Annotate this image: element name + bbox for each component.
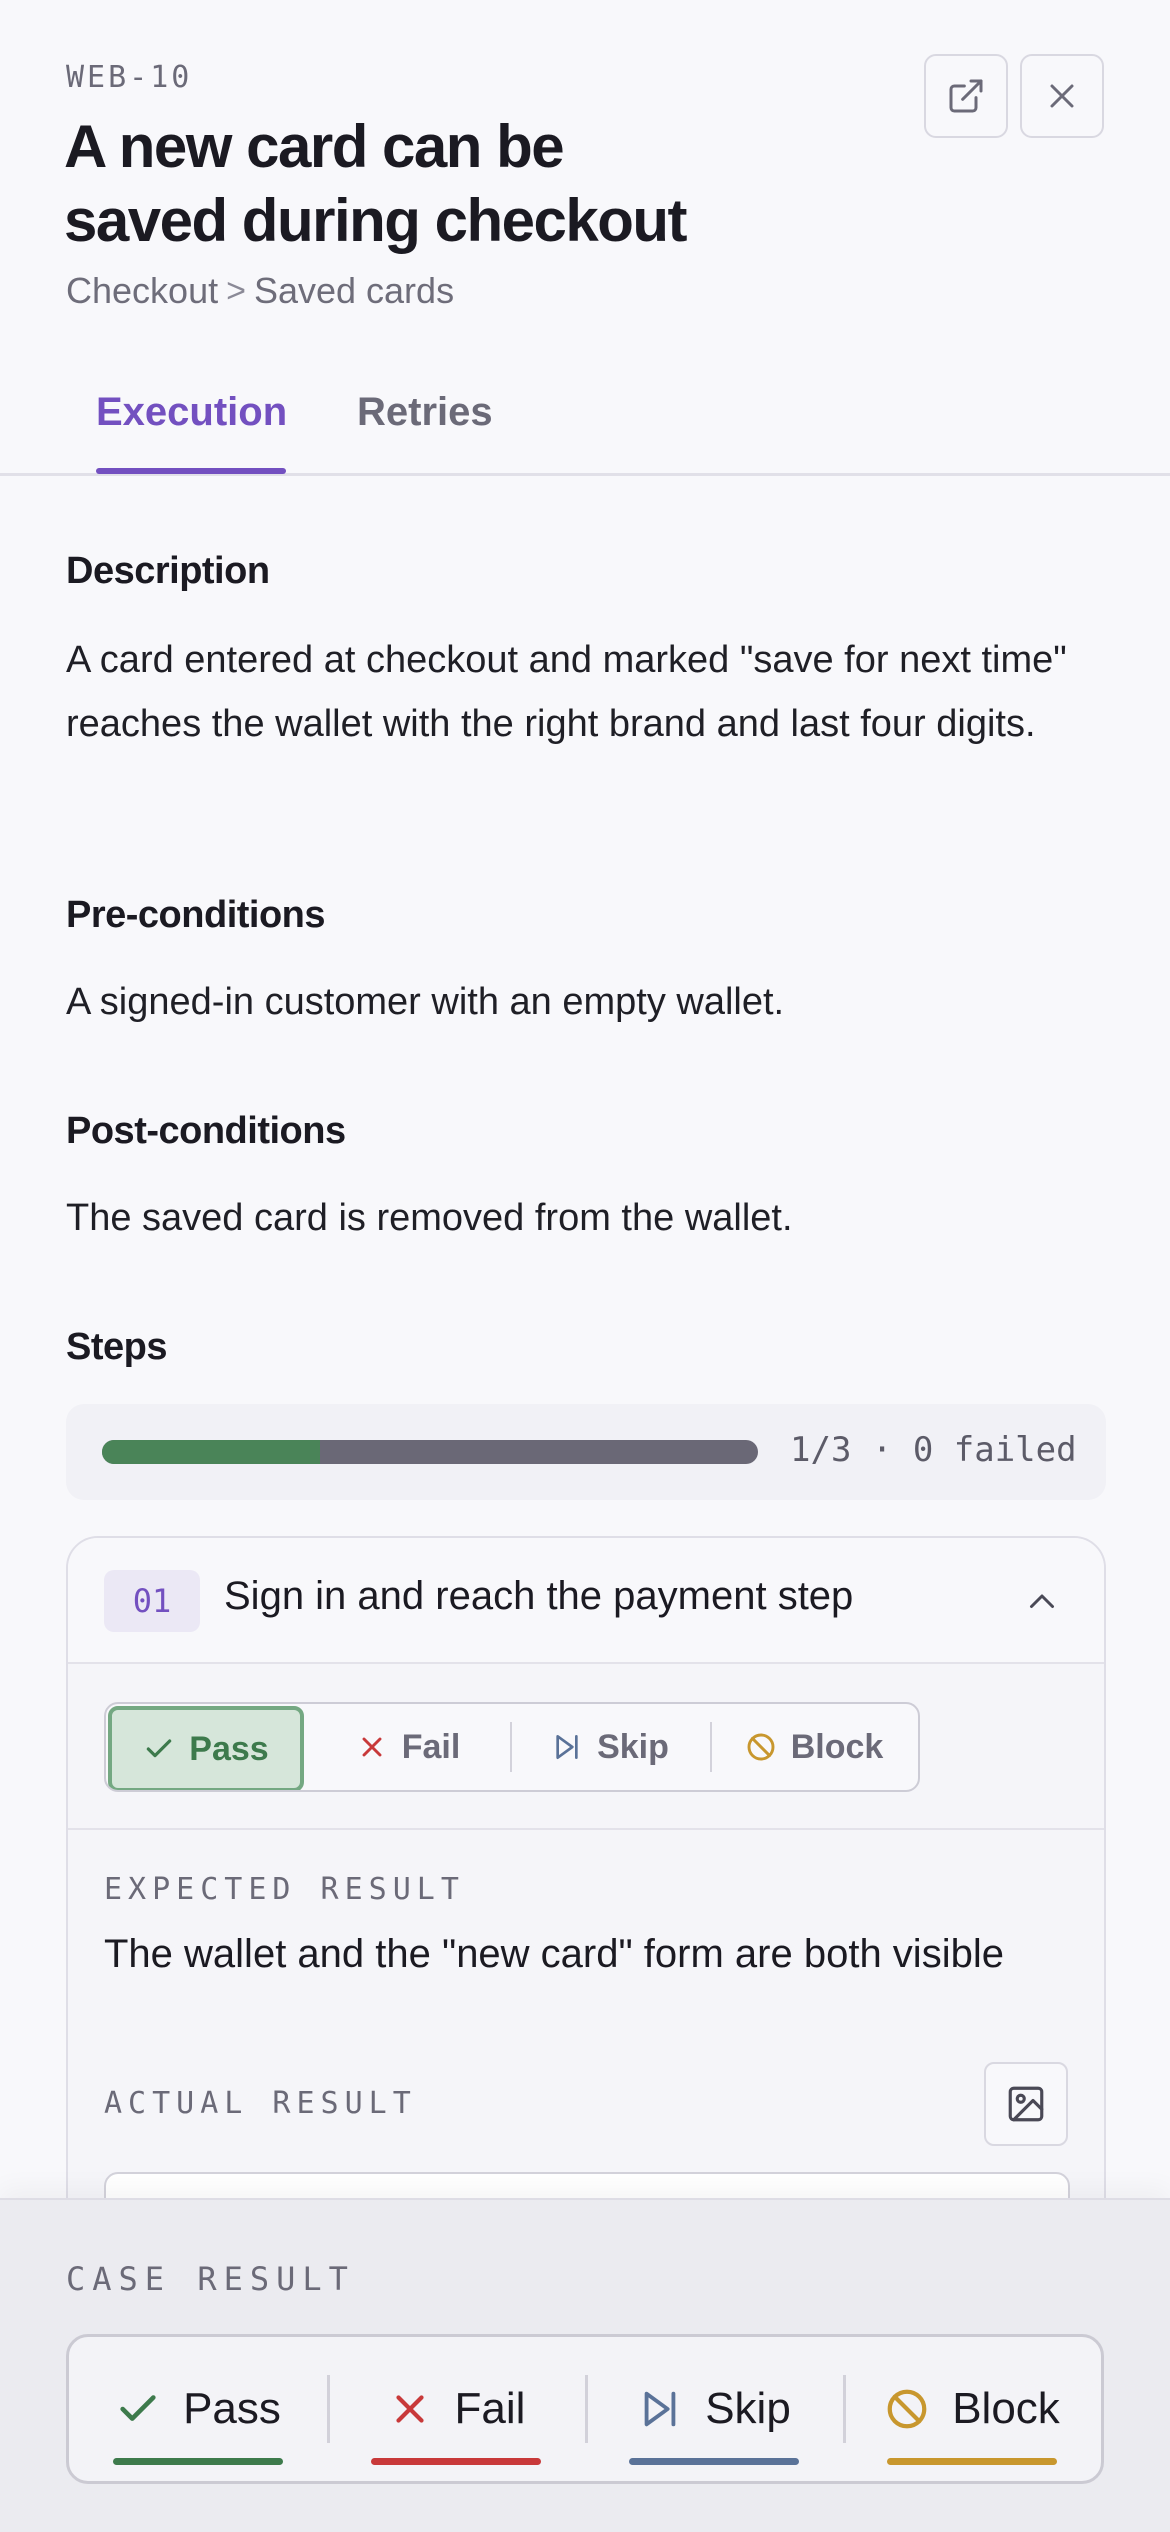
check-icon [147,1739,172,1758]
chevron-up-icon[interactable] [1024,1584,1060,1620]
postconditions-heading: Post-conditions [66,1110,346,1152]
step-block-button[interactable]: Block [710,1704,918,1790]
x-icon [362,1737,382,1757]
step-skip-button[interactable]: Skip [510,1704,710,1790]
step-number: 01 [104,1570,200,1632]
skip-icon [556,1735,578,1759]
attach-image-button[interactable] [984,2062,1068,2146]
actual-result-label: ACTUAL RESULT [104,2086,417,2121]
check-icon [120,2395,156,2421]
step-divider [68,1828,1104,1830]
skip-color-bar [629,2458,799,2465]
close-button[interactable] [1020,54,1104,138]
steps-heading: Steps [66,1326,167,1368]
tab-execution[interactable]: Execution [96,390,287,435]
progress-summary: 1/3 · 0 failed [790,1430,1077,1470]
step-pass-button[interactable]: Pass [108,1706,304,1790]
case-pass-button[interactable]: Pass [69,2337,327,2481]
breadcrumb-current[interactable]: Saved cards [254,270,454,312]
open-external-button[interactable] [924,54,1008,138]
breadcrumb-separator: > [226,271,246,310]
step-status-selector: Pass Fail Skip Block [104,1702,920,1792]
case-block-button[interactable]: Block [843,2337,1101,2481]
case-header: WEB-10 A new card can be saved during ch… [0,0,1170,476]
tab-retries[interactable]: Retries [357,390,493,435]
description-heading: Description [66,550,270,592]
active-tab-indicator [96,468,286,474]
breadcrumb: Checkout > Saved cards [66,270,454,312]
progress-bar [102,1440,758,1464]
breadcrumb-parent[interactable]: Checkout [66,270,218,312]
case-result-selector: Pass Fail Skip Block [66,2334,1104,2484]
postconditions-text: The saved card is removed from the walle… [66,1197,793,1239]
block-color-bar [887,2458,1057,2465]
step-fail-button[interactable]: Fail [306,1704,510,1790]
description-text: A card entered at checkout and marked "s… [66,639,1067,745]
case-id: WEB-10 [66,60,193,95]
steps-progress: 1/3 · 0 failed [66,1404,1106,1500]
skip-icon [644,2391,676,2427]
tab-bar: Execution Retries [0,380,1170,476]
image-icon [1008,2086,1044,2122]
preconditions-heading: Pre-conditions [66,894,326,936]
case-skip-button[interactable]: Skip [585,2337,843,2481]
block-icon [887,2389,927,2429]
x-icon [395,2395,424,2423]
block-icon [747,1733,775,1761]
case-fail-button[interactable]: Fail [327,2337,585,2481]
expected-result-text: The wallet and the "new card" form are b… [104,1932,1004,1976]
close-icon [1050,84,1074,108]
fail-color-bar [371,2458,541,2465]
pass-color-bar [113,2458,283,2465]
case-result-label: CASE RESULT [66,2260,355,2298]
progress-bar-fill [102,1440,321,1464]
case-result-bar: CASE RESULT Pass Fail Skip Block [0,2198,1170,2532]
preconditions-text: A signed-in customer with an empty walle… [66,981,785,1023]
step-title: Sign in and reach the payment step [224,1574,854,1618]
external-link-icon [949,79,983,113]
page-title: A new card can be saved during checkout [64,113,688,254]
step-header[interactable]: 01 Sign in and reach the payment step [68,1538,1104,1664]
expected-result-label: EXPECTED RESULT [104,1872,465,1907]
